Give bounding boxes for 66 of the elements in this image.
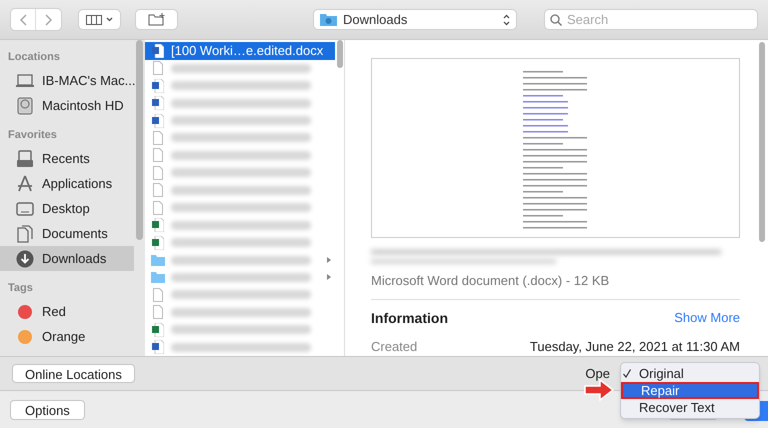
spreadsheet-icon	[152, 322, 164, 337]
word-document-icon	[152, 114, 164, 128]
location-popup[interactable]: Downloads	[313, 9, 517, 30]
word-document-icon	[152, 96, 164, 110]
check-icon	[622, 369, 630, 378]
sidebar-heading: Locations	[7, 50, 61, 65]
chevron-down-icon	[106, 17, 113, 22]
file-icon	[153, 200, 163, 215]
sidebar-item[interactable]: Desktop	[0, 196, 134, 221]
view-mode-button[interactable]	[78, 9, 121, 30]
new-folder-button[interactable]	[135, 9, 178, 30]
sidebar-item[interactable]: IB-MAC's Mac...	[0, 68, 134, 93]
spreadsheet-icon	[152, 236, 164, 250]
sidebar-item[interactable]: Applications	[0, 171, 134, 196]
file-icon	[153, 183, 163, 198]
scrollbar-thumb[interactable]	[337, 40, 343, 68]
applications-icon	[16, 174, 34, 192]
menu-item[interactable]: Original	[621, 365, 759, 382]
file-icon	[153, 305, 163, 320]
file-icon	[153, 166, 163, 180]
sidebar-item[interactable]: Red	[0, 299, 134, 324]
scrollbar-thumb[interactable]	[759, 42, 765, 242]
sidebar-heading: Favorites	[7, 128, 58, 143]
created-label: Created	[371, 338, 418, 356]
file-icon	[153, 148, 163, 162]
documents-icon	[17, 224, 33, 242]
sidebar-item[interactable]: Downloads	[0, 246, 134, 271]
file-icon	[153, 130, 163, 145]
spreadsheet-icon	[152, 218, 164, 232]
word-document-icon	[152, 78, 164, 93]
file-icon	[153, 61, 163, 76]
created-value: Tuesday, June 22, 2021 at 11:30 AM	[530, 338, 740, 356]
downloads-folder-icon	[320, 13, 337, 26]
sidebar-heading: Tags	[7, 280, 34, 296]
disclosure-arrow-icon	[327, 257, 331, 264]
show-more-link[interactable]: Show More	[674, 308, 740, 328]
folder-icon	[151, 254, 165, 266]
folder-icon	[151, 271, 165, 284]
laptop-icon	[16, 74, 34, 88]
columns-icon	[86, 14, 102, 24]
forward-icon	[44, 14, 52, 26]
menu-item[interactable]: Recover Text	[621, 399, 759, 416]
file-icon	[153, 288, 163, 302]
sidebar-item[interactable]: Macintosh HD	[0, 93, 134, 118]
open-label: Ope	[585, 364, 610, 383]
info-heading: Information	[371, 308, 448, 328]
desktop-icon	[16, 202, 34, 216]
file-type-text: Microsoft Word document (.docx) - 12 KB	[371, 272, 610, 290]
menu-item[interactable]: Repair	[621, 382, 759, 399]
search-icon	[550, 14, 562, 26]
search-field[interactable]: Search	[544, 9, 758, 30]
options-button[interactable]: Options	[10, 400, 85, 420]
download-icon	[16, 250, 34, 268]
file-row[interactable]: [100 Worki…e.edited.docx	[145, 42, 335, 60]
up-down-chevron-icon	[503, 14, 510, 26]
sidebar-item[interactable]: Documents	[0, 221, 134, 246]
recents-icon	[17, 150, 33, 168]
pointer-arrow-icon	[584, 379, 614, 401]
back-icon	[19, 14, 27, 26]
online-locations-button[interactable]: Online Locations	[12, 364, 135, 383]
word-document-icon	[152, 44, 164, 58]
sidebar-item[interactable]: Recents	[0, 146, 134, 171]
sidebar-item[interactable]: Orange	[0, 324, 134, 349]
disclosure-arrow-icon	[327, 274, 331, 280]
new-folder-icon	[148, 13, 166, 26]
scrollbar-thumb[interactable]	[136, 40, 143, 240]
